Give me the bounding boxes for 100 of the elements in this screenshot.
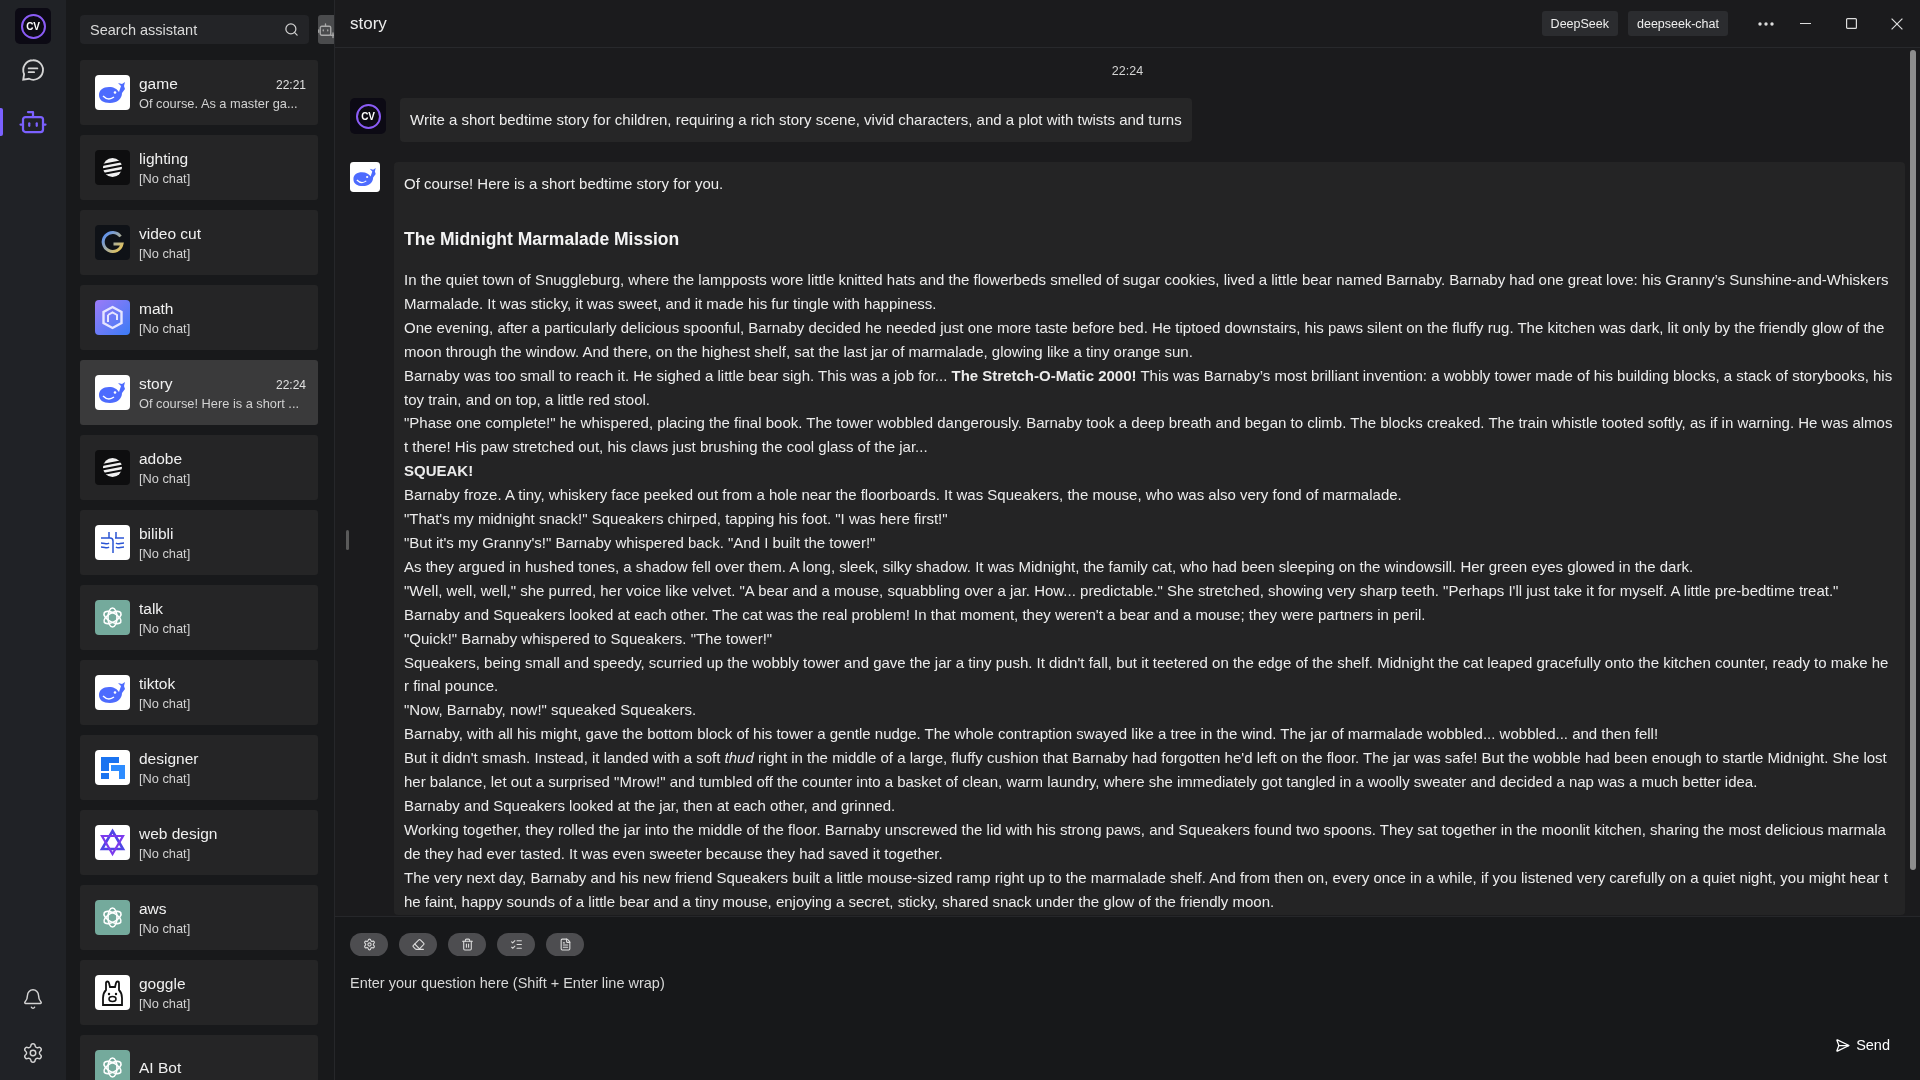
assistant-item[interactable]: tiktok [No chat] — [80, 660, 318, 725]
atom-icon — [95, 900, 130, 935]
story-paragraph: Squeakers, being small and speedy, scurried up the wobbly tower and gave the jar a tiny push. It didn't fall, but it teetered on the edge of the shelf. Midnight the cat leaped gracefully onto the kitchen counter, ready to make her final pounce. — [404, 652, 1890, 697]
checklist-button[interactable] — [497, 933, 535, 956]
steps-icon — [95, 750, 130, 785]
story-paragraph: In the quiet town of Snuggleburg, where the lampposts wore little knitted hats and the flowerbeds smelled of sugar cookies, lived a little bear named Barnaby. Barnaby had one great love: his Granny’s Sunshine-and-Whiskers Marmalade. It was sticky, it was sweet, and it made his fur tingle with happiness. — [404, 270, 1890, 314]
assistant-item[interactable]: story 22:24 Of course! Here is a short ... — [80, 360, 318, 425]
assistant-preview: [No chat] — [139, 844, 192, 862]
message-input[interactable]: Enter your question here (Shift + Enter line wrap) — [350, 974, 1905, 1032]
settings-icon — [22, 1042, 44, 1064]
search-field[interactable]: Search assistant — [80, 15, 309, 44]
assistant-preview: [No chat] — [139, 169, 192, 187]
user-avatar: CV — [350, 98, 386, 134]
assistant-name: aws — [139, 898, 167, 919]
assistant-item[interactable]: math [No chat] — [80, 285, 318, 350]
assistant-time: 22:21 — [275, 77, 306, 92]
message-time: 22:24 — [1111, 63, 1144, 80]
atom-icon — [95, 1050, 130, 1080]
story-paragraph: Barnaby and Squeakers looked at each other. The cat was the real problem! In that moment, they weren't a bear and a mouse; they were partners in peril. — [404, 604, 1427, 625]
user-message: Write a short bedtime story for children, requiring a rich story scene, vivid characters, and a plot with twists and turns — [400, 98, 1192, 142]
send-icon — [1835, 1037, 1851, 1053]
assistant-item[interactable]: AI Bot — [80, 1035, 318, 1080]
story-paragraph: Barnaby was too small to reach it. He sighed a little bear sigh. This was a job for... The Stretch-O-Matic 2000! This was Barnaby’s most brilliant invention: a wobbly tower made of his building blocks, a stack of storybooks, his toy train, and on top, a little red stool. — [404, 365, 1893, 410]
hexagram-icon — [95, 825, 130, 860]
story-paragraph: "Now, Barnaby, now!" squeaked Squeakers. — [404, 700, 698, 721]
assistant-preview: Of course! Here is a short ... — [139, 394, 301, 412]
assistant-preview: [No chat] — [139, 319, 192, 337]
assistant-item[interactable]: web design [No chat] — [80, 810, 318, 875]
minimize-icon — [1799, 22, 1811, 25]
checklist-icon — [509, 938, 523, 951]
model-selector[interactable]: deepseek-chat — [1628, 11, 1728, 36]
story-paragraph: The very next day, Barnaby and his new friend Squeakers built a little mouse-sized ramp right up to the marmalade shelf. And from then on, every once in a while, if you listened very carefully on a quiet night, you might hear the faint, happy sounds of a little bear and a tiny mouse, enjoying a secret, sticky, shared snack under the glow of the friendly moon. — [404, 867, 1889, 912]
trash-icon — [460, 938, 474, 951]
assistant-item[interactable]: talk [No chat] — [80, 585, 318, 650]
assistant-preview: [No chat] — [139, 769, 192, 787]
assistant-name: goggle — [139, 973, 186, 994]
story-paragraph: One evening, after a particularly delicious spoonful, Barnaby decided he needed just one more taste before bed. He tiptoed downstairs, his paws silent on the fluffy rug. The kitchen was dark, lit only by the friendly glow of the moon through the window. And there, on the highest shelf, sat the last jar of marmalade, glowing like a tiny orange sun. — [404, 317, 1886, 362]
story-paragraph: Barnaby, with all his might, gave the bottom block of his tower a gentle nudge. The whole contraption swayed like a tree in the wind. The jar of marmalade wobbled... wobbled... and then fell! — [404, 724, 1660, 745]
clear-button[interactable] — [399, 933, 437, 956]
story-paragraph: "Quick!" Barnaby whispered to Squeakers. "The tower!" — [404, 628, 774, 649]
assistant-item[interactable]: adobe [No chat] — [80, 435, 318, 500]
assistant-preview: [No chat] — [139, 544, 192, 562]
atom-icon — [95, 600, 130, 635]
whale-icon — [95, 675, 130, 710]
more-icon — [1758, 21, 1774, 26]
settings-button[interactable] — [350, 933, 388, 956]
story-paragraph: As they argued in hushed tones, a shadow fell over them. A long, sleek, silky shadow. It was Midnight, the family cat, who had been sleeping on the windowsill. Her green eyes glowed in the dark. — [404, 556, 1695, 577]
assistant-item[interactable]: aws [No chat] — [80, 885, 318, 950]
assistant-name: designer — [139, 748, 199, 769]
chat-bubble-icon — [20, 57, 46, 83]
assistant-name: lighting — [139, 148, 189, 169]
assistant-preview: [No chat] — [139, 919, 192, 937]
assistant-item[interactable]: lighting [No chat] — [80, 135, 318, 200]
close-icon — [1891, 17, 1903, 30]
assistant-preview: Of course. As a master ga... — [139, 94, 299, 112]
assistant-preview: [No chat] — [139, 994, 192, 1012]
model-selector[interactable]: DeepSeek — [1541, 11, 1618, 36]
add-bot-icon — [318, 20, 334, 39]
story-paragraph: But it didn't smash. Instead, it landed with a soft thud right in the middle of a large, fluffy cushion that Barnaby had forgotten he'd left on the floor. The jar was safe! But the wobble had been enough to startle Midnight. She lost her balance, let out a surprised "Mrow!" and tumbled off the counter into a basket of clean, warm laundry, where she immediately got tangled in a woolly sweater and decided a nap was a much better idea. — [404, 748, 1888, 793]
assistant-preview: [No chat] — [139, 469, 192, 487]
assistant-name: tiktok — [139, 673, 176, 694]
bell-icon — [22, 988, 44, 1010]
story-title: The Midnight Marmalade Mission — [404, 228, 681, 251]
story-paragraph: "Phase one complete!" he whispered, placing the final book. The tower wobbled dangerously. Barnaby took a deep breath and began to climb. The blocks creaked. The train whistle tooted softly, as if in warning. He was almost there! His paw stretched out, his claws just brushing the cool glass of the jar... — [404, 413, 1893, 458]
story-paragraph: Barnaby froze. A tiny, whiskery face peeked out from a hole near the floorboards. It was Squeakers, the mouse, who was also very fond of marmalade. — [404, 485, 1403, 506]
settings-icon — [362, 938, 376, 951]
maximize-icon — [1845, 18, 1857, 29]
assistant-item[interactable]: video cut [No chat] — [80, 210, 318, 275]
eraser-icon — [411, 938, 425, 951]
assistant-item[interactable]: game 22:21 Of course. As a master ga... — [80, 60, 318, 125]
search-icon — [284, 22, 299, 37]
assistant-name: AI Bot — [139, 1057, 182, 1078]
assistant-name: game — [139, 73, 178, 94]
resize-handle[interactable] — [346, 530, 349, 550]
story-paragraph: "That's my midnight snack!" Squeakers chirped, tapping his foot. "I was here first!" — [404, 509, 949, 530]
story-paragraph: "But it's my Granny's!" Barnaby whispered back. "And I built the tower!" — [404, 532, 877, 553]
assistant-item[interactable]: designer [No chat] — [80, 735, 318, 800]
assistant-item[interactable]: goggle [No chat] — [80, 960, 318, 1025]
story-paragraph: Barnaby and Squeakers looked at the jar, then at each other, and grinned. — [404, 795, 897, 816]
whale-icon — [95, 75, 130, 110]
add-assistant-button[interactable] — [318, 15, 334, 44]
reply-intro: Of course! Here is a short bedtime story for you. — [404, 174, 725, 194]
assistant-item[interactable]: bilibli [No chat] — [80, 510, 318, 575]
story-paragraph: "Well, well, well," she purred, her voice like velvet. "A bear and a mouse, squabbling over a jar. How... predictable." She stretched, showing very sharp teeth. "Perhaps I'll just take it for myself. A little pre-bedtime treat." — [404, 580, 1840, 601]
story-paragraph: SQUEAK! — [404, 461, 475, 482]
send-button[interactable]: Send — [1820, 1032, 1905, 1058]
app-logo: CV — [15, 8, 51, 44]
assistant-time: 22:24 — [275, 377, 306, 392]
message-composer[interactable]: Enter your question here (Shift + Enter line wrap) Send — [335, 916, 1920, 1080]
document-icon — [558, 938, 572, 951]
assistant-preview: [No chat] — [139, 694, 192, 712]
assistant-name: video cut — [139, 223, 202, 244]
assistant-name: story — [139, 373, 173, 394]
scrollbar-thumb[interactable] — [1910, 50, 1916, 870]
animal-face-icon — [95, 975, 130, 1010]
delete-button[interactable] — [448, 933, 486, 956]
document-button[interactable] — [546, 933, 584, 956]
assistant-name: adobe — [139, 448, 183, 469]
assistant-preview: [No chat] — [139, 244, 192, 262]
wave-lines-icon — [95, 525, 130, 560]
